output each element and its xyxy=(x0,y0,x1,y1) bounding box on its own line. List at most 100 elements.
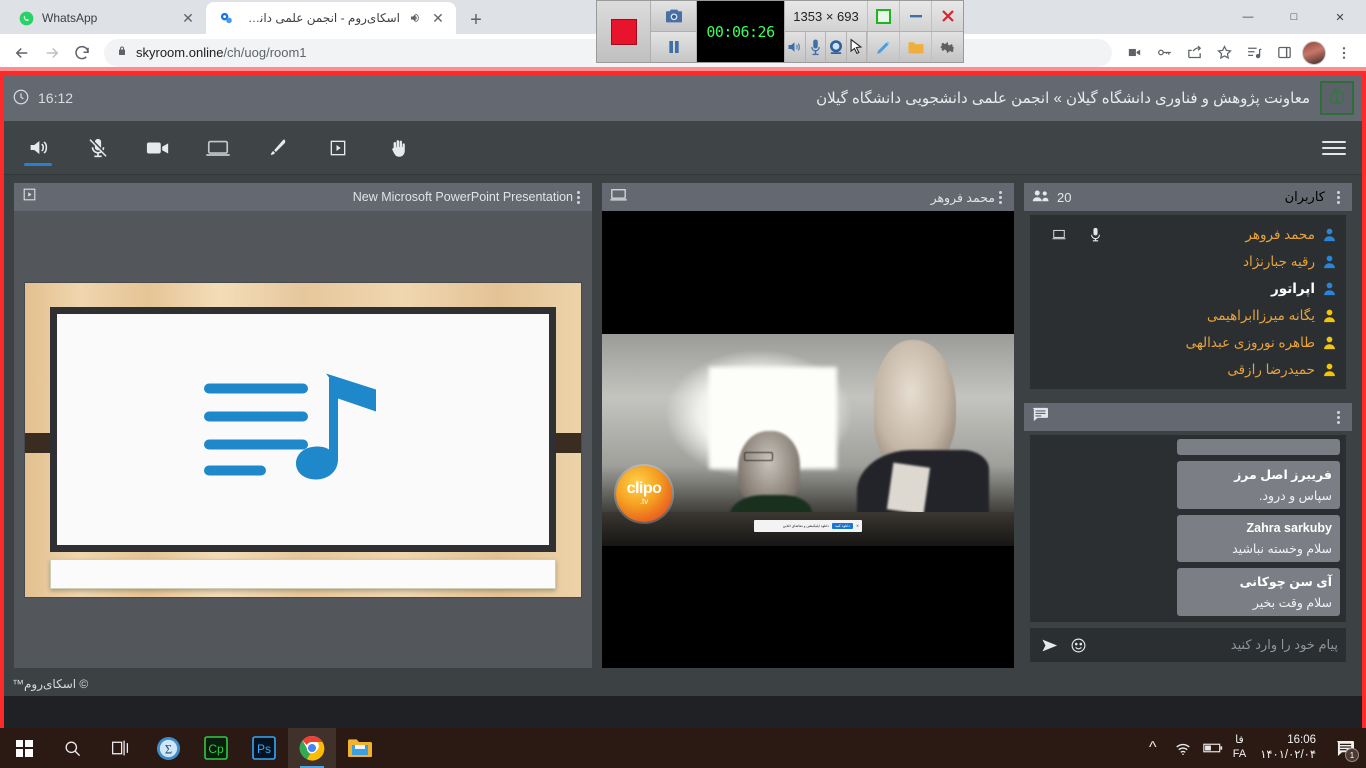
pencil-icon[interactable] xyxy=(867,32,899,62)
list-item[interactable]: یگانه میرزاابراهیمی xyxy=(1034,302,1342,329)
presentation-stage[interactable] xyxy=(14,211,592,668)
list-item[interactable]: اپراتور xyxy=(1034,275,1342,302)
captivate-icon[interactable]: Cp xyxy=(192,728,240,768)
chat-message-partial xyxy=(1177,439,1340,455)
side-panel-icon[interactable] xyxy=(1270,39,1298,67)
photoshop-icon[interactable]: Ps xyxy=(240,728,288,768)
notification-count: 1 xyxy=(1345,748,1359,762)
kebab-menu[interactable] xyxy=(573,189,584,206)
tab-skyroom[interactable]: اسکای‌روم - انجمن علمی دانشج ✕ xyxy=(206,2,456,34)
language-indicator[interactable]: فا FA xyxy=(1233,734,1246,762)
video-ad-button[interactable]: دانلود کنید xyxy=(832,523,853,529)
back-icon[interactable] xyxy=(8,39,36,67)
profile-avatar[interactable] xyxy=(1302,41,1326,65)
speaker-icon[interactable] xyxy=(20,128,56,168)
chrome-menu-icon[interactable] xyxy=(1330,39,1358,67)
close-icon[interactable]: ✕ xyxy=(180,10,196,26)
recording-dimensions: 1353 × 693 xyxy=(785,1,867,32)
microphone-icon[interactable] xyxy=(806,32,827,62)
recorder-minimize-button[interactable] xyxy=(899,1,931,31)
taskbar-date: ۱۴۰۱/۰۲/۰۴ xyxy=(1260,748,1316,763)
microphone-muted-icon[interactable] xyxy=(80,128,116,168)
folder-icon[interactable] xyxy=(899,32,931,62)
wifi-icon[interactable] xyxy=(1173,738,1193,758)
kebab-menu[interactable] xyxy=(1333,189,1344,206)
battery-icon[interactable] xyxy=(1203,738,1223,758)
chat-text: سپاس و درود. xyxy=(1185,488,1332,503)
close-icon[interactable]: ✕ xyxy=(430,10,446,26)
close-icon[interactable]: ✕ xyxy=(856,524,859,528)
key-icon[interactable] xyxy=(1150,39,1178,67)
kebab-menu[interactable] xyxy=(995,189,1006,206)
users-list[interactable]: محمد فروهر xyxy=(1030,215,1346,389)
tab-audio-icon[interactable] xyxy=(408,11,422,25)
math-app-icon[interactable]: Σ xyxy=(144,728,192,768)
language-bottom: FA xyxy=(1233,748,1246,762)
tray-chevron-icon[interactable]: ^ xyxy=(1143,738,1163,758)
chat-input-placeholder[interactable]: پیام خود را وارد کنید xyxy=(1098,637,1338,653)
minimize-button[interactable]: — xyxy=(1226,1,1270,33)
webcam-icon[interactable] xyxy=(826,32,847,62)
clock-text: 16:12 xyxy=(38,90,73,106)
screen-share-icon[interactable] xyxy=(200,128,236,168)
taskbar-clock[interactable]: 16:06 ۱۴۰۱/۰۲/۰۴ xyxy=(1256,733,1320,763)
profile-button[interactable] xyxy=(1300,39,1328,67)
screenshot-camera-icon[interactable] xyxy=(651,1,696,32)
reload-icon[interactable] xyxy=(68,39,96,67)
video-camera-icon[interactable] xyxy=(1120,39,1148,67)
cursor-icon[interactable] xyxy=(847,32,868,62)
share-icon[interactable] xyxy=(1180,39,1208,67)
clock-icon xyxy=(12,88,30,109)
tab-whatsapp[interactable]: WhatsApp ✕ xyxy=(6,2,206,34)
screen-recorder-toolbar: 00:06:26 1353 × 693 xyxy=(596,0,964,63)
screen-share-icon xyxy=(610,188,627,207)
chrome-icon[interactable] xyxy=(288,728,336,768)
hamburger-menu[interactable] xyxy=(1322,141,1346,155)
list-item[interactable]: حمیدرضا رازقی xyxy=(1034,356,1342,383)
send-icon[interactable] xyxy=(1038,635,1058,655)
new-tab-button[interactable]: + xyxy=(462,6,490,34)
reading-list-icon[interactable] xyxy=(1240,39,1268,67)
task-view-icon[interactable] xyxy=(96,728,144,768)
settings-gear-icon[interactable] xyxy=(931,32,963,62)
chat-text: سلام وقت بخیر xyxy=(1185,595,1332,610)
raise-hand-icon[interactable] xyxy=(380,128,416,168)
microphone-icon xyxy=(1088,228,1102,242)
maximize-button[interactable]: □ xyxy=(1272,1,1316,33)
list-item[interactable]: طاهره نوروزی عبدالهی xyxy=(1034,329,1342,356)
presentation-icon[interactable] xyxy=(320,128,356,168)
speaker-icon[interactable] xyxy=(785,32,806,62)
close-window-button[interactable]: ✕ xyxy=(1318,1,1362,33)
whiteboard-pen-icon[interactable] xyxy=(260,128,296,168)
windows-taskbar: Σ Cp Ps ^ فا FA 16:06 ۱۴۰۱/۰۲/ xyxy=(0,728,1366,768)
chat-input-row[interactable]: پیام خود را وارد کنید xyxy=(1030,628,1346,662)
crop-green-icon[interactable] xyxy=(867,1,899,31)
chat-panel-header xyxy=(1024,403,1352,431)
forward-icon[interactable] xyxy=(38,39,66,67)
emoji-icon[interactable] xyxy=(1068,635,1088,655)
taskbar-time: 16:06 xyxy=(1287,733,1316,748)
recorder-close-button[interactable] xyxy=(931,1,963,31)
chat-messages[interactable]: فریبرز اصل مرز سپاس و درود. Zahra sarkub… xyxy=(1030,435,1346,622)
users-panel-header: 20 کاربران xyxy=(1024,183,1352,211)
video-stage[interactable]: clipo .tv دانلود اپلیکیشن و تماشای آنلای… xyxy=(602,211,1014,668)
recording-timer: 00:06:26 xyxy=(697,1,785,62)
kebab-menu[interactable] xyxy=(1333,409,1344,426)
tab-title-whatsapp: WhatsApp xyxy=(42,11,172,25)
start-button[interactable] xyxy=(0,728,48,768)
chat-author: Zahra sarkuby xyxy=(1185,521,1332,535)
notification-icon[interactable]: 1 xyxy=(1330,728,1360,768)
file-explorer-icon[interactable] xyxy=(336,728,384,768)
list-item[interactable]: رقیه جبارنژاد xyxy=(1034,248,1342,275)
search-icon[interactable] xyxy=(48,728,96,768)
chat-panel: فریبرز اصل مرز سپاس و درود. Zahra sarkub… xyxy=(1024,403,1352,668)
pause-recording-icon[interactable] xyxy=(651,32,696,62)
stop-recording-button[interactable] xyxy=(597,1,651,62)
camera-icon[interactable] xyxy=(140,128,176,168)
video-ad-banner[interactable]: دانلود اپلیکیشن و تماشای آنلاین دانلود ک… xyxy=(754,520,862,532)
lock-icon xyxy=(116,45,128,60)
screen-share-icon xyxy=(1052,228,1066,242)
presentation-icon xyxy=(22,187,37,207)
list-item[interactable]: محمد فروهر xyxy=(1034,221,1342,248)
bookmark-star-icon[interactable] xyxy=(1210,39,1238,67)
